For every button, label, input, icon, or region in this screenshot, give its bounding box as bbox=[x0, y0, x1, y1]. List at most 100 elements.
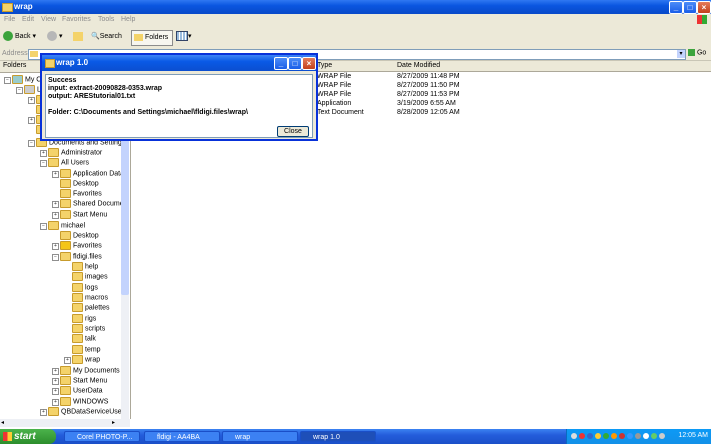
tree-item[interactable]: Desktop bbox=[60, 231, 99, 241]
tree-item[interactable]: temp bbox=[72, 345, 101, 355]
tray-icon[interactable] bbox=[635, 433, 641, 439]
tray-icon[interactable] bbox=[611, 433, 617, 439]
file-row[interactable]: WRAP File 8/27/2009 11:53 PM bbox=[317, 90, 460, 99]
tree-item[interactable]: fldigi.files bbox=[60, 252, 102, 262]
tree-item[interactable]: rigs bbox=[72, 314, 96, 324]
tree-item[interactable]: Favorites bbox=[60, 189, 102, 199]
expand-toggle[interactable]: + bbox=[40, 409, 47, 416]
dialog-title: wrap 1.0 bbox=[56, 58, 89, 67]
tree-item[interactable]: help bbox=[72, 262, 98, 272]
close-button[interactable]: × bbox=[697, 1, 711, 14]
tree-item[interactable]: palettes bbox=[72, 303, 110, 313]
expand-toggle[interactable]: + bbox=[28, 97, 35, 104]
tree-item[interactable]: talk bbox=[72, 334, 96, 344]
expand-toggle[interactable]: + bbox=[52, 399, 59, 406]
expand-toggle[interactable]: + bbox=[52, 378, 59, 385]
go-button[interactable]: Go bbox=[688, 49, 706, 56]
expand-toggle[interactable]: + bbox=[40, 150, 47, 157]
collapse-toggle[interactable]: − bbox=[40, 223, 47, 230]
file-row[interactable]: WRAP File 8/27/2009 11:48 PM bbox=[317, 72, 460, 81]
tree-item[interactable]: Start Menu bbox=[60, 210, 107, 220]
file-row[interactable]: Text Document 8/28/2009 12:05 AM bbox=[317, 108, 460, 117]
start-button[interactable]: start bbox=[0, 429, 56, 444]
clock[interactable]: 12:05 AM bbox=[678, 432, 708, 439]
task-wrap-dialog[interactable]: wrap 1.0 bbox=[300, 431, 376, 442]
expand-toggle[interactable]: + bbox=[52, 212, 59, 219]
dialog-close-text-button[interactable]: Close bbox=[277, 126, 309, 137]
menu-favorites[interactable]: Favorites bbox=[62, 16, 91, 23]
tree-item[interactable]: logs bbox=[72, 283, 98, 293]
horizontal-scrollbar[interactable]: ◂ ▸ bbox=[0, 419, 130, 427]
collapse-toggle[interactable]: − bbox=[52, 254, 59, 261]
menu-tools[interactable]: Tools bbox=[98, 16, 114, 23]
message-folder: Folder: C:\Documents and Settings\michae… bbox=[48, 109, 248, 116]
column-header-date-modified[interactable]: Date Modified bbox=[397, 62, 440, 69]
tree-item[interactable]: images bbox=[72, 272, 108, 282]
expand-toggle[interactable]: + bbox=[28, 117, 35, 124]
tray-icon[interactable] bbox=[659, 433, 665, 439]
expand-toggle[interactable]: + bbox=[52, 243, 59, 250]
address-dropdown-icon[interactable]: ▾ bbox=[677, 50, 685, 58]
column-header-type[interactable]: Type bbox=[317, 62, 332, 69]
collapse-toggle[interactable]: − bbox=[40, 160, 47, 167]
menu-file[interactable]: File bbox=[4, 16, 15, 23]
task-wrap-explorer[interactable]: wrap bbox=[222, 431, 298, 442]
tree-item[interactable]: scripts bbox=[72, 324, 105, 334]
menu-view[interactable]: View bbox=[41, 16, 56, 23]
tree-item[interactable]: Start Menu bbox=[60, 376, 107, 386]
expand-toggle[interactable]: + bbox=[52, 368, 59, 375]
tray-icon[interactable] bbox=[643, 433, 649, 439]
tree-item[interactable]: L bbox=[24, 85, 41, 95]
tray-icon[interactable] bbox=[579, 433, 585, 439]
maximize-button[interactable]: □ bbox=[683, 1, 697, 14]
tree-item[interactable]: Desktop bbox=[60, 179, 99, 189]
expand-toggle[interactable]: + bbox=[52, 171, 59, 178]
forward-button[interactable]: ▾ bbox=[47, 30, 67, 44]
collapse-toggle[interactable]: − bbox=[4, 77, 11, 84]
tree-item[interactable]: My Documents bbox=[60, 366, 120, 376]
folders-button[interactable]: Folders bbox=[131, 30, 173, 46]
tray-icon[interactable] bbox=[651, 433, 657, 439]
tree-item[interactable]: michael bbox=[48, 221, 85, 231]
expand-toggle[interactable]: + bbox=[52, 201, 59, 208]
tree-item[interactable]: My C bbox=[12, 75, 41, 85]
tree-item[interactable]: Favorites bbox=[60, 241, 102, 251]
tray-icon[interactable] bbox=[571, 433, 577, 439]
menu-edit[interactable]: Edit bbox=[22, 16, 34, 23]
tree-item[interactable]: QBDataServiceUser: bbox=[48, 407, 126, 417]
dialog-title-bar[interactable]: wrap 1.0 _ □ × bbox=[42, 55, 316, 71]
views-button[interactable]: ▾ bbox=[176, 30, 194, 44]
tray-icon[interactable] bbox=[627, 433, 633, 439]
search-button[interactable]: 🔍Search bbox=[91, 30, 127, 44]
file-row[interactable]: Application 3/19/2009 6:55 AM bbox=[317, 99, 456, 108]
dialog-minimize-button[interactable]: _ bbox=[274, 57, 288, 70]
tray-icon[interactable] bbox=[603, 433, 609, 439]
tray-icon[interactable] bbox=[595, 433, 601, 439]
task-corel-photo[interactable]: Corel PHOTO-P... bbox=[64, 431, 140, 442]
tray-icon[interactable] bbox=[619, 433, 625, 439]
scroll-right-icon[interactable]: ▸ bbox=[112, 419, 115, 426]
file-row[interactable]: WRAP File 8/27/2009 11:50 PM bbox=[317, 81, 460, 90]
tree-item[interactable]: Administrator bbox=[48, 148, 102, 158]
back-button[interactable]: Back ▾ bbox=[3, 30, 43, 44]
tree-item[interactable]: macros bbox=[72, 293, 108, 303]
tree-item[interactable]: Application Data bbox=[60, 169, 124, 179]
tree-item-selected[interactable]: wrap bbox=[72, 355, 100, 365]
dialog-close-button[interactable]: × bbox=[302, 57, 316, 70]
minimize-button[interactable]: _ bbox=[669, 1, 683, 14]
tray-icon[interactable] bbox=[587, 433, 593, 439]
menu-help[interactable]: Help bbox=[121, 16, 135, 23]
scroll-left-icon[interactable]: ◂ bbox=[1, 419, 4, 426]
tree-item[interactable]: Shared Docume bbox=[60, 199, 124, 209]
tree-item[interactable]: WINDOWS bbox=[60, 397, 108, 407]
up-folder-button[interactable] bbox=[73, 30, 85, 44]
tree-item[interactable]: UserData bbox=[60, 386, 103, 396]
folder-icon bbox=[72, 334, 83, 343]
task-fldigi[interactable]: fldigi - AA4BA bbox=[144, 431, 220, 442]
expand-toggle[interactable]: + bbox=[52, 388, 59, 395]
expand-toggle[interactable]: + bbox=[64, 357, 71, 364]
collapse-toggle[interactable]: − bbox=[28, 140, 35, 147]
collapse-toggle[interactable]: − bbox=[16, 87, 23, 94]
tree-item[interactable]: All Users bbox=[48, 158, 89, 168]
dialog-maximize-button[interactable]: □ bbox=[288, 57, 302, 70]
